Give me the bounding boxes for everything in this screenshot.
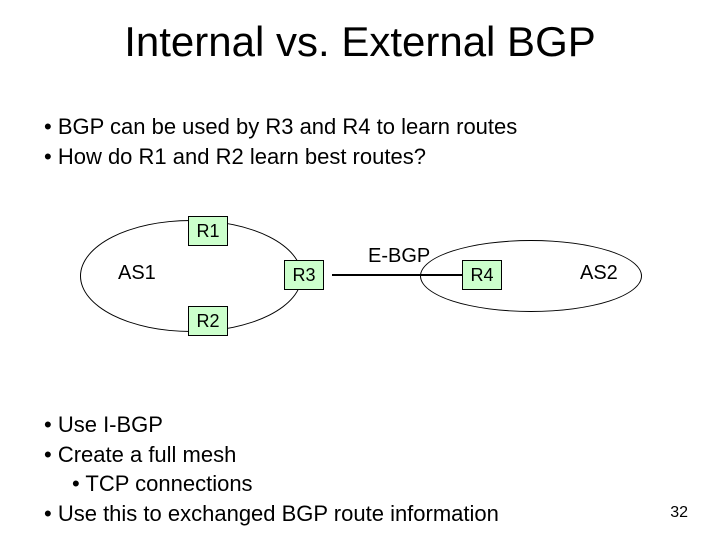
ebgp-link-line [332, 274, 462, 276]
bullet-text: Use this to exchanged BGP route informat… [58, 501, 499, 526]
router-r1-box: R1 [188, 216, 228, 246]
slide-title: Internal vs. External BGP [0, 18, 720, 66]
slide: Internal vs. External BGP • BGP can be u… [0, 0, 720, 540]
router-r3-box: R3 [284, 260, 324, 290]
bullet-text: How do R1 and R2 learn best routes? [58, 144, 426, 169]
bullet-line: • Create a full mesh [44, 440, 499, 470]
sub-bullet-line: • TCP connections [44, 469, 499, 499]
bullet-line: • Use I-BGP [44, 410, 499, 440]
top-bullets: • BGP can be used by R3 and R4 to learn … [44, 112, 517, 171]
as1-label: AS1 [118, 262, 156, 285]
bullet-text: Create a full mesh [58, 442, 237, 467]
bullet-text: TCP connections [85, 471, 252, 496]
router-r4-box: R4 [462, 260, 502, 290]
network-diagram: R1 R2 R3 R4 AS1 AS2 E-BGP [80, 210, 640, 360]
bottom-bullets: • Use I-BGP • Create a full mesh • TCP c… [44, 410, 499, 529]
ebgp-label: E-BGP [368, 245, 430, 268]
bullet-line: • BGP can be used by R3 and R4 to learn … [44, 112, 517, 142]
router-r2-box: R2 [188, 306, 228, 336]
page-number: 32 [670, 504, 688, 522]
bullet-line: • How do R1 and R2 learn best routes? [44, 142, 517, 172]
bullet-text: BGP can be used by R3 and R4 to learn ro… [58, 114, 517, 139]
bullet-text: Use I-BGP [58, 412, 163, 437]
as2-label: AS2 [580, 262, 618, 285]
bullet-line: • Use this to exchanged BGP route inform… [44, 499, 499, 529]
